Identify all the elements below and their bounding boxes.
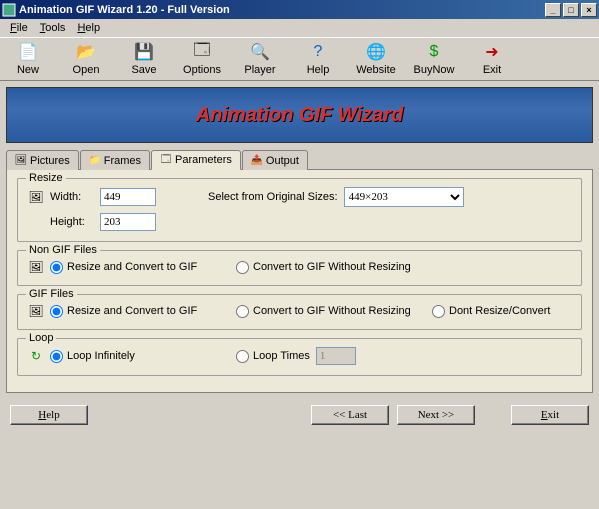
frames-icon: 📁 — [89, 155, 101, 167]
new-button[interactable]: 📄New — [8, 42, 48, 76]
footer: Help << Last Next >> Exit — [0, 399, 599, 431]
gif-group: GIF Files 🖼 Resize and Convert to GIF Co… — [17, 294, 582, 330]
open-icon: 📂 — [76, 42, 96, 62]
banner: Animation GIF Wizard — [6, 87, 593, 143]
player-icon: 🔍 — [250, 42, 270, 62]
tabstrip: 🖼Pictures 📁Frames 🗔Parameters 📤Output — [6, 149, 593, 170]
nongif-icon: 🖼 — [28, 259, 44, 275]
tab-frames[interactable]: 📁Frames — [80, 150, 150, 170]
select-size-label: Select from Original Sizes: — [208, 191, 338, 203]
menu-tools[interactable]: Tools — [34, 21, 72, 35]
nongif-opt2[interactable]: Convert to GIF Without Resizing — [236, 261, 411, 274]
options-icon: 🗔 — [192, 42, 212, 62]
gif-opt3[interactable]: Dont Resize/Convert — [432, 305, 551, 318]
exit-icon: ➜ — [482, 42, 502, 62]
gif-opt2[interactable]: Convert to GIF Without Resizing — [236, 305, 426, 318]
buynow-icon: $ — [424, 42, 444, 62]
nongif-group: Non GIF Files 🖼 Resize and Convert to GI… — [17, 250, 582, 286]
content-panel: Resize 🖼 Width: Select from Original Siz… — [6, 170, 593, 393]
next-button[interactable]: Next >> — [397, 405, 475, 425]
loop-group: Loop ↻ Loop Infinitely Loop Times — [17, 338, 582, 376]
save-icon: 💾 — [134, 42, 154, 62]
pictures-icon: 🖼 — [15, 155, 27, 167]
size-select[interactable]: 449×203 — [344, 187, 464, 207]
parameters-icon: 🗔 — [160, 154, 172, 166]
tab-output[interactable]: 📤Output — [242, 150, 308, 170]
height-label: Height: — [50, 216, 94, 228]
menu-file[interactable]: File — [4, 21, 34, 35]
app-icon — [2, 3, 16, 17]
tab-pictures[interactable]: 🖼Pictures — [6, 150, 79, 170]
resize-group: Resize 🖼 Width: Select from Original Siz… — [17, 178, 582, 242]
help-icon: ? — [308, 42, 328, 62]
nongif-opt1[interactable]: Resize and Convert to GIF — [50, 261, 230, 274]
window-title: Animation GIF Wizard 1.20 - Full Version — [19, 4, 543, 16]
titlebar: Animation GIF Wizard 1.20 - Full Version… — [0, 0, 599, 19]
gif-opt1[interactable]: Resize and Convert to GIF — [50, 305, 230, 318]
height-input[interactable] — [100, 213, 156, 231]
loop-legend: Loop — [26, 332, 56, 344]
save-button[interactable]: 💾Save — [124, 42, 164, 76]
tab-parameters[interactable]: 🗔Parameters — [151, 150, 241, 170]
minimize-button[interactable]: _ — [545, 3, 561, 17]
player-button[interactable]: 🔍Player — [240, 42, 280, 76]
resize-icon: 🖼 — [28, 189, 44, 205]
close-button[interactable]: × — [581, 3, 597, 17]
loop-opt1[interactable]: Loop Infinitely — [50, 350, 230, 363]
toolbar: 📄New 📂Open 💾Save 🗔Options 🔍Player ?Help … — [0, 37, 599, 81]
banner-text: Animation GIF Wizard — [196, 104, 404, 127]
open-button[interactable]: 📂Open — [66, 42, 106, 76]
resize-legend: Resize — [26, 172, 66, 184]
buynow-button[interactable]: $BuyNow — [414, 42, 454, 76]
loop-times-input — [316, 347, 356, 365]
help-button[interactable]: ?Help — [298, 42, 338, 76]
footer-exit-button[interactable]: Exit — [511, 405, 589, 425]
output-icon: 📤 — [251, 155, 263, 167]
website-button[interactable]: 🌐Website — [356, 42, 396, 76]
maximize-button[interactable]: □ — [563, 3, 579, 17]
last-button[interactable]: << Last — [311, 405, 389, 425]
width-label: Width: — [50, 191, 94, 203]
footer-help-button[interactable]: Help — [10, 405, 88, 425]
exit-button[interactable]: ➜Exit — [472, 42, 512, 76]
gif-legend: GIF Files — [26, 288, 77, 300]
width-input[interactable] — [100, 188, 156, 206]
loop-icon: ↻ — [28, 348, 44, 364]
options-button[interactable]: 🗔Options — [182, 42, 222, 76]
menubar: File Tools Help — [0, 19, 599, 37]
nongif-legend: Non GIF Files — [26, 244, 100, 256]
new-icon: 📄 — [18, 42, 38, 62]
menu-help[interactable]: Help — [71, 21, 106, 35]
gif-icon: 🖼 — [28, 303, 44, 319]
website-icon: 🌐 — [366, 42, 386, 62]
loop-opt2[interactable]: Loop Times — [236, 350, 310, 363]
